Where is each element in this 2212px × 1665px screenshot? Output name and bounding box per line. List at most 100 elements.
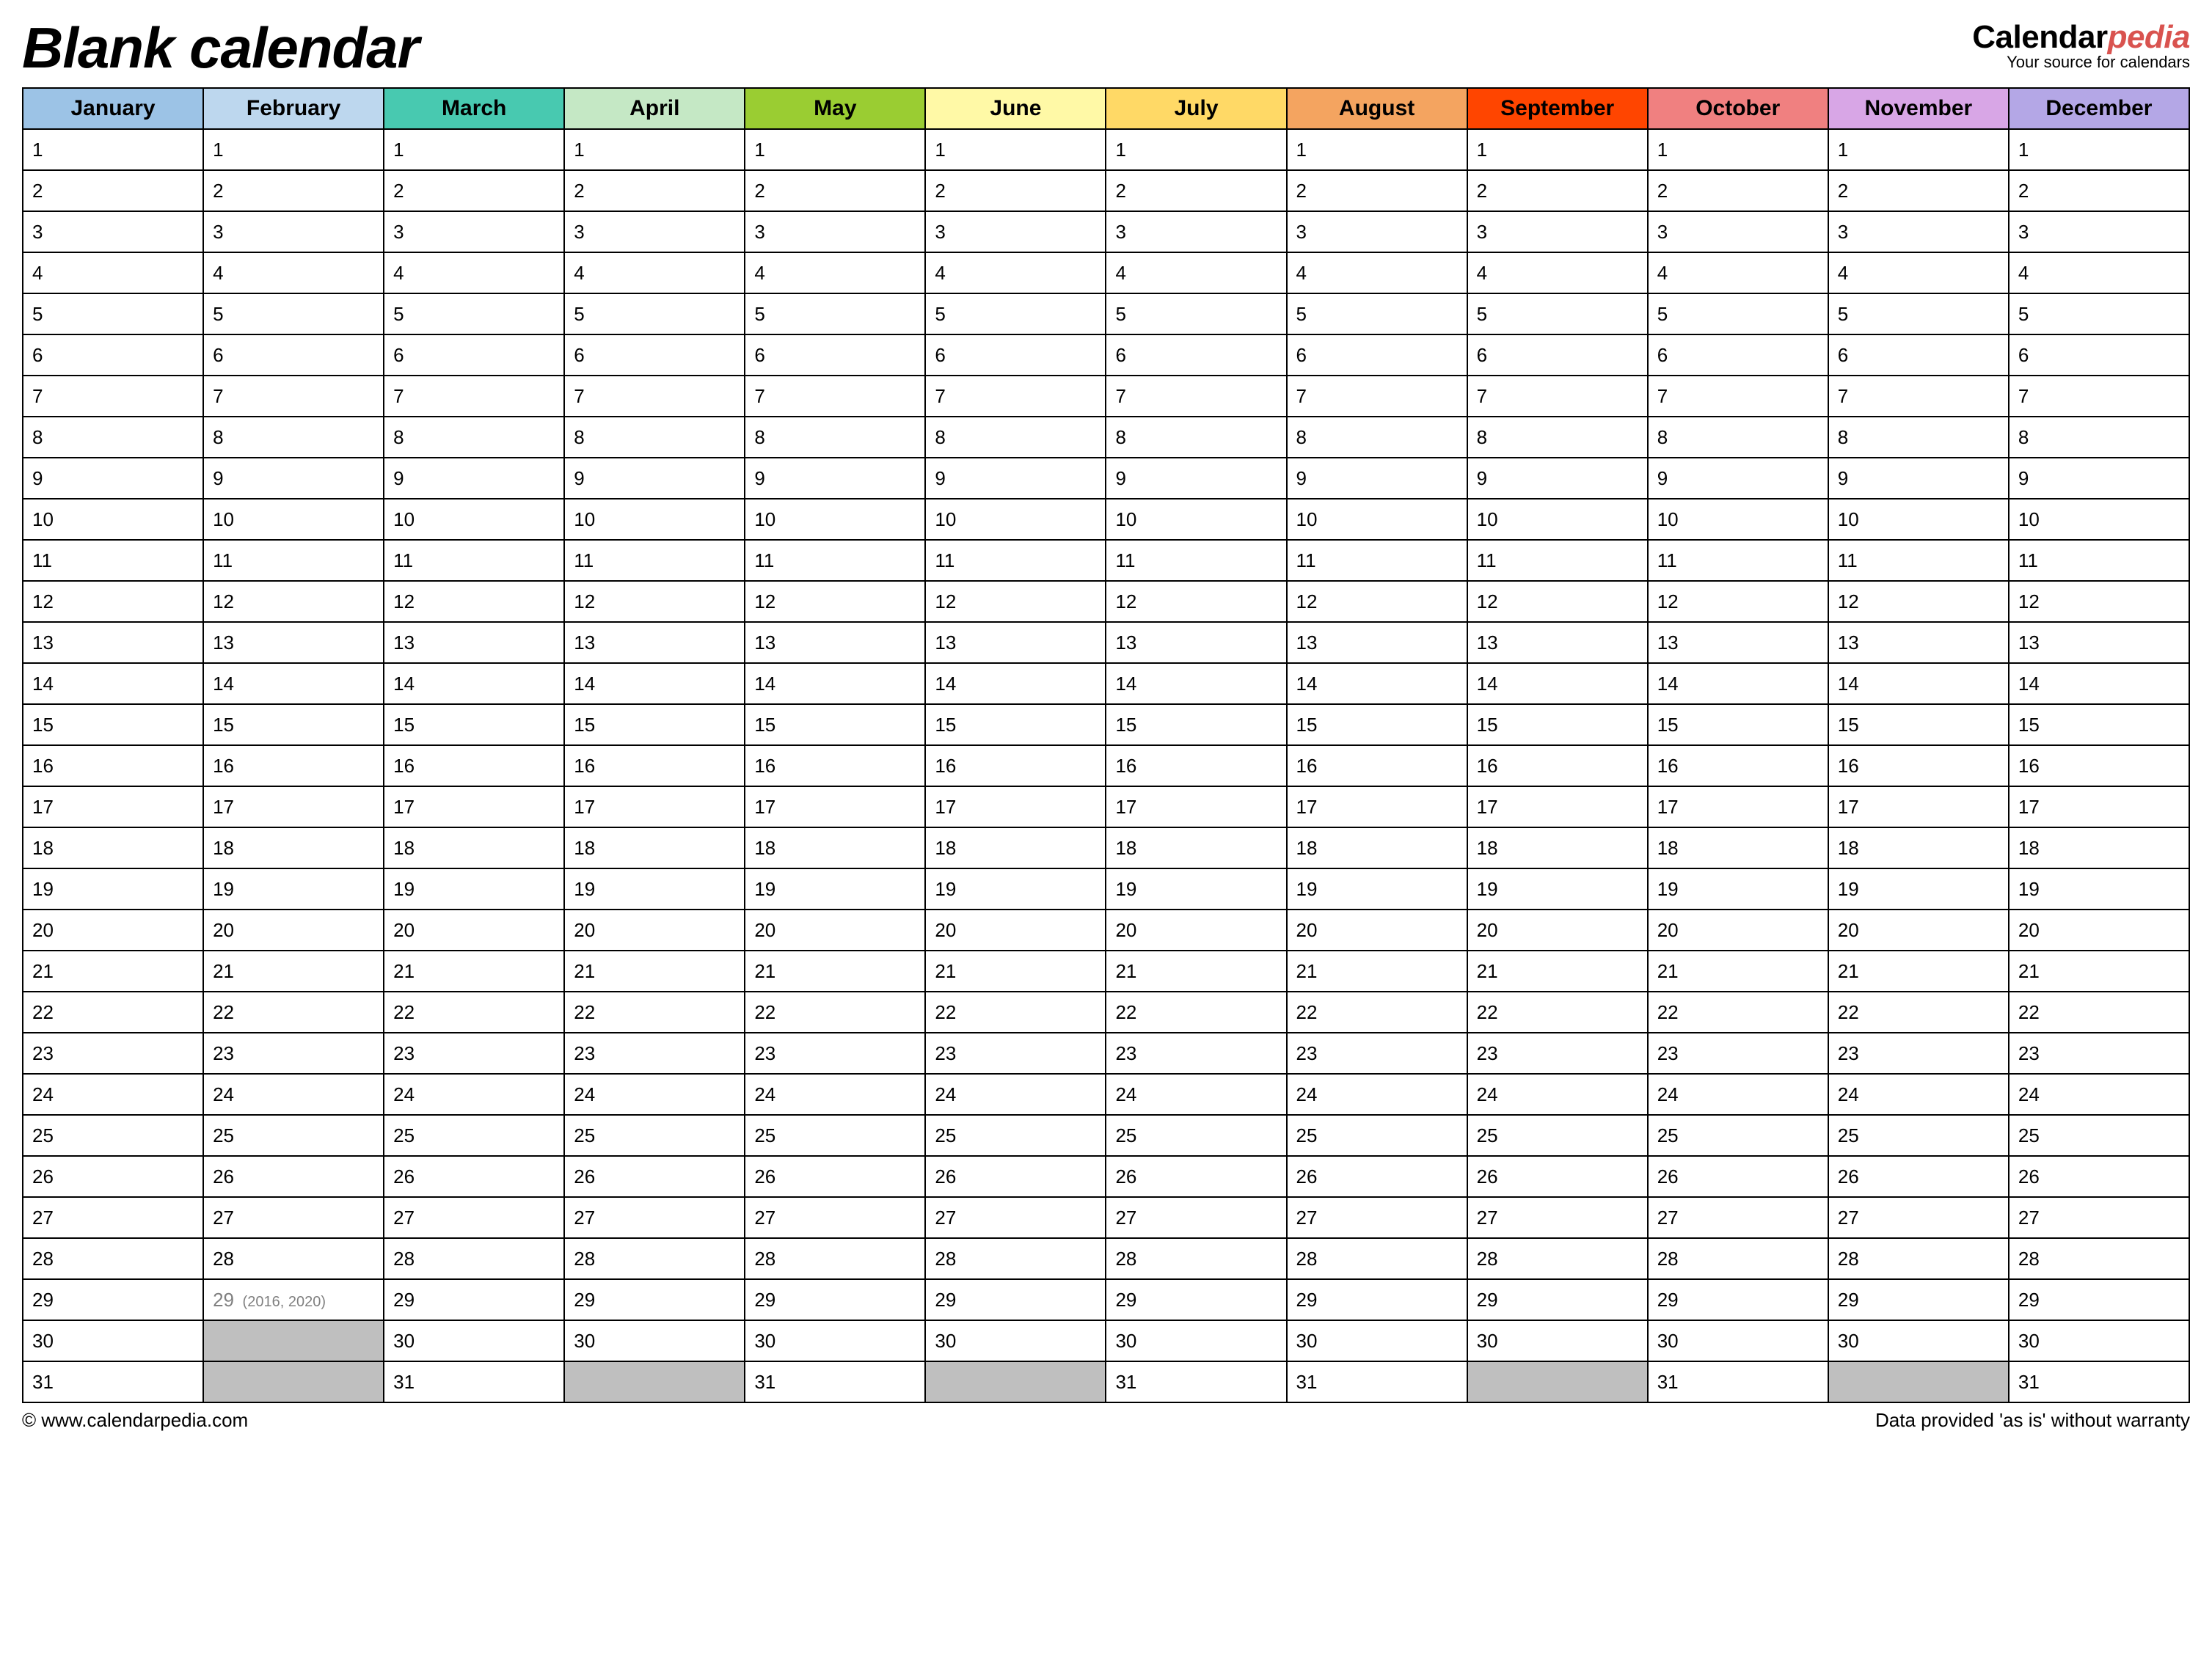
day-cell: 11 xyxy=(1287,540,1467,581)
day-cell: 31 xyxy=(1287,1361,1467,1402)
day-cell: 30 xyxy=(1648,1320,1828,1361)
day-cell: 8 xyxy=(203,417,384,458)
day-cell: 10 xyxy=(925,499,1106,540)
day-cell: 21 xyxy=(203,951,384,992)
day-cell: 7 xyxy=(1287,376,1467,417)
day-cell: 11 xyxy=(1828,540,2009,581)
day-cell: 17 xyxy=(1467,786,1648,827)
day-cell: 11 xyxy=(1648,540,1828,581)
day-cell: 28 xyxy=(925,1238,1106,1279)
day-row: 666666666666 xyxy=(23,334,2189,376)
day-cell: 9 xyxy=(1828,458,2009,499)
day-cell: 19 xyxy=(23,868,203,910)
day-row: 212121212121212121212121 xyxy=(23,951,2189,992)
day-cell: 7 xyxy=(203,376,384,417)
day-cell: 22 xyxy=(1106,992,1286,1033)
day-row: 282828282828282828282828 xyxy=(23,1238,2189,1279)
day-cell: 19 xyxy=(2009,868,2189,910)
day-cell: 29 xyxy=(1287,1279,1467,1320)
day-cell: 27 xyxy=(1828,1197,2009,1238)
day-cell: 2 xyxy=(1106,170,1286,211)
day-cell: 28 xyxy=(745,1238,925,1279)
day-row: 191919191919191919191919 xyxy=(23,868,2189,910)
month-header-row: JanuaryFebruaryMarchAprilMayJuneJulyAugu… xyxy=(23,88,2189,129)
day-cell: 6 xyxy=(203,334,384,376)
day-cell: 21 xyxy=(23,951,203,992)
day-cell: 19 xyxy=(745,868,925,910)
day-cell: 30 xyxy=(1287,1320,1467,1361)
day-cell: 2 xyxy=(564,170,745,211)
day-cell: 11 xyxy=(23,540,203,581)
brand-name: Calendarpedia xyxy=(1972,19,2190,56)
month-header-august: August xyxy=(1287,88,1467,129)
day-cell: 24 xyxy=(384,1074,564,1115)
day-cell xyxy=(203,1320,384,1361)
day-cell: 29 xyxy=(1648,1279,1828,1320)
day-cell: 10 xyxy=(203,499,384,540)
day-cell: 27 xyxy=(2009,1197,2189,1238)
month-header-june: June xyxy=(925,88,1106,129)
day-cell: 4 xyxy=(1828,252,2009,293)
day-row: 161616161616161616161616 xyxy=(23,745,2189,786)
day-cell: 26 xyxy=(1106,1156,1286,1197)
day-cell: 27 xyxy=(1106,1197,1286,1238)
footer-left: © www.calendarpedia.com xyxy=(22,1409,248,1432)
day-cell: 21 xyxy=(564,951,745,992)
day-row: 242424242424242424242424 xyxy=(23,1074,2189,1115)
day-cell: 22 xyxy=(1648,992,1828,1033)
day-cell: 18 xyxy=(1106,827,1286,868)
day-cell: 4 xyxy=(1648,252,1828,293)
day-cell: 28 xyxy=(1467,1238,1648,1279)
day-cell: 11 xyxy=(745,540,925,581)
day-cell: 4 xyxy=(745,252,925,293)
day-cell: 5 xyxy=(2009,293,2189,334)
day-cell: 8 xyxy=(1287,417,1467,458)
day-cell: 1 xyxy=(203,129,384,170)
day-cell: 8 xyxy=(1648,417,1828,458)
day-cell: 18 xyxy=(23,827,203,868)
day-cell: 25 xyxy=(1106,1115,1286,1156)
day-cell: 24 xyxy=(1828,1074,2009,1115)
day-row: 232323232323232323232323 xyxy=(23,1033,2189,1074)
day-cell: 29 xyxy=(1467,1279,1648,1320)
day-cell xyxy=(1467,1361,1648,1402)
brand-part1: Calendar xyxy=(1972,19,2107,55)
day-cell: 25 xyxy=(1648,1115,1828,1156)
day-cell: 26 xyxy=(23,1156,203,1197)
day-cell: 2 xyxy=(203,170,384,211)
day-row: 181818181818181818181818 xyxy=(23,827,2189,868)
day-cell: 29 xyxy=(23,1279,203,1320)
day-cell: 22 xyxy=(1467,992,1648,1033)
day-cell: 21 xyxy=(384,951,564,992)
day-cell: 13 xyxy=(2009,622,2189,663)
day-cell: 1 xyxy=(1467,129,1648,170)
day-cell: 2 xyxy=(384,170,564,211)
day-cell: 28 xyxy=(23,1238,203,1279)
day-cell: 12 xyxy=(1648,581,1828,622)
day-cell: 28 xyxy=(1828,1238,2009,1279)
day-cell: 6 xyxy=(925,334,1106,376)
day-cell: 2 xyxy=(745,170,925,211)
day-cell: 11 xyxy=(564,540,745,581)
day-cell: 27 xyxy=(384,1197,564,1238)
day-cell: 29 xyxy=(1106,1279,1286,1320)
day-cell: 8 xyxy=(384,417,564,458)
day-cell: 1 xyxy=(1648,129,1828,170)
day-cell: 16 xyxy=(1287,745,1467,786)
day-cell: 23 xyxy=(925,1033,1106,1074)
day-cell: 24 xyxy=(1648,1074,1828,1115)
day-cell: 16 xyxy=(925,745,1106,786)
day-cell: 8 xyxy=(925,417,1106,458)
day-cell: 14 xyxy=(925,663,1106,704)
day-cell: 13 xyxy=(1467,622,1648,663)
day-cell: 30 xyxy=(745,1320,925,1361)
day-row: 262626262626262626262626 xyxy=(23,1156,2189,1197)
day-cell: 26 xyxy=(384,1156,564,1197)
day-cell: 1 xyxy=(2009,129,2189,170)
day-cell: 23 xyxy=(384,1033,564,1074)
day-cell: 12 xyxy=(1467,581,1648,622)
day-cell: 3 xyxy=(23,211,203,252)
day-cell: 2 xyxy=(23,170,203,211)
day-cell: 23 xyxy=(745,1033,925,1074)
day-cell: 24 xyxy=(1106,1074,1286,1115)
